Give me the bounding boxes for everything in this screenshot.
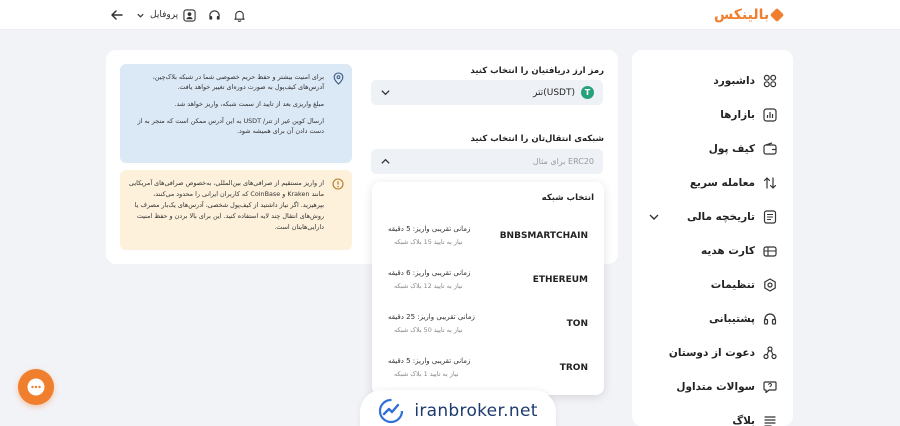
invite-icon [763,346,777,360]
currency-value-text: تتر(USDT) [533,87,575,98]
back-arrow-icon[interactable] [110,8,124,22]
swap-icon [763,177,777,189]
network-option-bnbsmartchain[interactable]: BNBSMARTCHAIN زمانی تقریبی واریز: 5 دقیق… [372,215,604,259]
sidebar-item-dashboard[interactable]: داشبورد [632,64,793,98]
warning-icon [332,178,344,194]
sidebar-item-gift-card[interactable]: کارت هدیه [632,234,793,268]
chevron-down-icon [381,90,390,96]
network-deposit-time: زمانی تقریبی واریز: 25 دقیقه [388,313,475,321]
warning-notice: از واریز مستقیم از صرافی‌های بین‌المللی،… [120,170,352,250]
network-dropdown-title: انتخاب شبکه [541,193,594,203]
info-notice-p1: برای امنیت بیشتر و حفظ حریم خصوصی شما در… [152,73,324,91]
sidebar-item-settings[interactable]: تنظیمات [632,268,793,302]
network-dropdown: انتخاب شبکه BNBSMARTCHAIN زمانی تقریبی و… [372,182,604,395]
network-option-tron[interactable]: TRON زمانی تقریبی واریز: 5 دقیقه نیاز به… [372,347,604,391]
trend-logo-icon [379,398,404,424]
network-confirmations: نیاز به تایید 1 بلاک شبکه [394,370,459,378]
header-actions: پروفایل [110,6,246,24]
network-option-ethereum[interactable]: ETHEREUM زمانی تقریبی واریز: 6 دقیقه نیا… [372,259,604,303]
currency-value: تتر(USDT) T [533,86,594,99]
sidebar-item-invite-friends[interactable]: دعوت از دوستان [632,336,793,370]
currency-label: رمز ارز دریافتیان را انتخاب کنید [470,66,604,76]
network-name: ETHEREUM [532,275,588,285]
blog-icon [764,416,776,426]
network-confirmations: نیاز به تایید 12 بلاک شبکه [394,282,463,290]
network-deposit-time: زمانی تقریبی واریز: 5 دقیقه [388,357,471,365]
logo-mark-icon [770,7,785,23]
chat-button[interactable] [18,369,54,405]
currency-select[interactable]: تتر(USDT) T [371,80,603,105]
user-icon [183,8,196,22]
info-notice-p2: مبلغ واریزی بعد از تایید از سمت شبکه، وا… [174,100,324,108]
info-notice-p3: ارسال کوین غیر از تتر/ USDT به این آدرس … [137,117,324,135]
network-deposit-time: زمانی تقریبی واریز: 6 دقیقه [388,269,471,277]
sidebar-item-label: معامله سریع [689,177,755,189]
network-deposit-time: زمانی تقریبی واریز: 5 دقیقه [388,225,471,233]
sidebar-item-faq[interactable]: سوالات متداول [632,370,793,404]
markets-icon [763,108,777,122]
sidebar-item-label: کارت هدیه [701,245,755,257]
history-icon [763,210,777,224]
network-select[interactable]: برای مثال ERC20 [371,149,603,174]
headset-icon[interactable] [208,9,221,22]
dashboard-icon [763,74,777,88]
chevron-up-icon [381,158,390,164]
network-option-ton[interactable]: TON زمانی تقریبی واریز: 25 دقیقه نیاز به… [372,303,604,347]
tether-icon: T [581,86,594,99]
sidebar-item-label: بلاگ [732,415,755,426]
network-confirmations: نیاز به تایید 50 بلاک شبکه [394,326,463,334]
sidebar-item-financial-history[interactable]: تاریخچه مالی [632,200,793,234]
sidebar-item-label: کیف پول [708,143,755,155]
network-label: شبکه‌ی انتقال‌تان را انتخاب کنید [470,134,605,144]
shield-icon [333,72,344,88]
profile-label: پروفایل [150,10,179,20]
bell-icon[interactable] [233,9,246,22]
network-name: BNBSMARTCHAIN [499,231,588,241]
gift-icon [763,246,777,257]
sidebar-item-label: پشتیبانی [709,313,755,325]
settings-icon [764,278,776,292]
sidebar-item-quick-trade[interactable]: معامله سریع [632,166,793,200]
sidebar-item-label: تنظیمات [710,279,755,291]
sidebar-item-label: داشبورد [713,75,755,87]
watermark-text: iranbroker.net [414,401,538,421]
wallet-icon [763,142,777,155]
sidebar-item-blog[interactable]: بلاگ [632,404,793,426]
sidebar-item-wallet[interactable]: کیف پول [632,132,793,166]
chat-icon [27,378,45,396]
logo-text: بالینکس [714,7,770,23]
sidebar: داشبورد بازارها کیف پول معامله سریع تاری… [632,50,793,426]
profile-menu[interactable]: پروفایل [136,8,196,22]
sidebar-item-label: دعوت از دوستان [668,347,755,359]
network-confirmations: نیاز به تایید 15 بلاک شبکه [394,238,463,246]
info-notice: برای امنیت بیشتر و حفظ حریم خصوصی شما در… [120,64,352,163]
watermark: iranbroker.net [360,390,556,426]
warning-notice-text: از واریز مستقیم از صرافی‌های بین‌المللی،… [129,179,324,231]
sidebar-item-support[interactable]: پشتیبانی [632,302,793,336]
top-header: بالینکس پروفایل [0,0,900,30]
faq-icon [763,381,777,394]
sidebar-item-label: تاریخچه مالی [686,211,755,223]
sidebar-item-label: بازارها [720,109,755,121]
sidebar-item-label: سوالات متداول [676,381,755,393]
logo[interactable]: بالینکس [714,4,785,26]
chevron-down-icon [649,214,659,220]
chevron-down-icon [137,13,144,18]
network-name: TRON [559,363,588,373]
headset-icon [763,313,777,325]
network-placeholder: برای مثال ERC20 [532,157,594,166]
sidebar-item-markets[interactable]: بازارها [632,98,793,132]
network-name: TON [566,319,588,329]
